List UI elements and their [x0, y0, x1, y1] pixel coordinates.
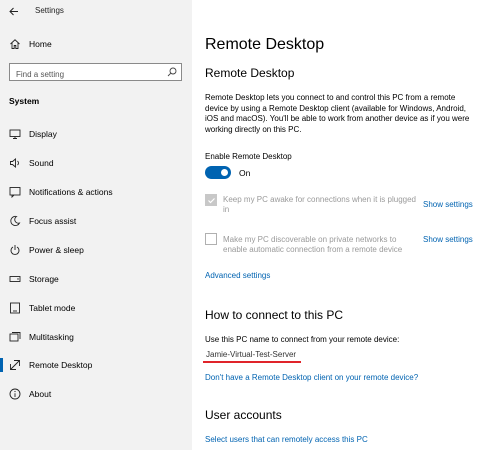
sidebar-item-label: Multitasking: [29, 332, 74, 342]
tablet-icon: [10, 302, 20, 314]
sidebar-item-home[interactable]: Home: [0, 32, 192, 56]
pc-name-underline: [203, 361, 301, 363]
power-icon: [10, 245, 20, 255]
enable-remote-desktop-toggle[interactable]: [205, 166, 231, 179]
show-settings-link-network[interactable]: Show settings: [423, 235, 473, 244]
sidebar: Settings Home System Display Sound Notif…: [0, 0, 192, 450]
connect-instruction: Use this PC name to connect from your re…: [205, 335, 400, 344]
discoverable-text: Make my PC discoverable on private netwo…: [223, 235, 403, 254]
storage-icon: [9, 276, 21, 282]
sidebar-item-tablet-mode[interactable]: Tablet mode: [0, 296, 192, 320]
section-heading-user-accounts: User accounts: [205, 408, 282, 422]
sidebar-item-label: Sound: [29, 158, 54, 168]
search-input[interactable]: [10, 66, 160, 83]
discoverable-checkbox[interactable]: [205, 233, 217, 245]
sidebar-item-label: About: [29, 389, 52, 399]
sidebar-item-label: Storage: [29, 274, 59, 284]
sidebar-item-display[interactable]: Display: [0, 122, 192, 146]
enable-remote-desktop-label: Enable Remote Desktop: [205, 152, 292, 161]
focus-assist-icon: [10, 215, 21, 227]
toggle-state-label: On: [239, 168, 251, 178]
section-label: System: [9, 96, 40, 106]
selection-indicator: [0, 358, 3, 372]
pc-name: Jamie-Virtual-Test-Server: [206, 350, 297, 359]
back-button[interactable]: [5, 3, 23, 19]
show-settings-link-power[interactable]: Show settings: [423, 200, 473, 209]
toggle-knob: [221, 169, 228, 176]
remote-desktop-icon: [10, 360, 20, 370]
notifications-icon: [9, 187, 21, 198]
description-text: Remote Desktop lets you connect to and c…: [205, 93, 470, 134]
sidebar-item-label: Power & sleep: [29, 245, 84, 255]
section-heading-remote-desktop: Remote Desktop: [205, 66, 295, 80]
sidebar-item-label: Home: [29, 39, 52, 49]
main-content: Remote Desktop Remote Desktop Remote Des…: [192, 0, 480, 450]
home-icon: [10, 39, 20, 49]
sidebar-item-label: Notifications & actions: [29, 187, 113, 197]
sound-icon: [10, 158, 19, 168]
search-field[interactable]: [9, 63, 182, 83]
about-icon: [9, 388, 21, 400]
sidebar-item-sound[interactable]: Sound: [0, 151, 192, 175]
sidebar-item-about[interactable]: About: [0, 382, 192, 406]
sidebar-item-multitasking[interactable]: Multitasking: [0, 325, 192, 349]
page-title: Remote Desktop: [205, 36, 325, 53]
multitasking-icon: [9, 332, 21, 342]
keep-awake-text: Keep my PC awake for connections when it…: [223, 195, 416, 214]
sidebar-item-remote-desktop[interactable]: Remote Desktop: [0, 353, 192, 377]
sidebar-item-power-sleep[interactable]: Power & sleep: [0, 238, 192, 262]
section-heading-how-to-connect: How to connect to this PC: [205, 308, 344, 322]
select-users-link[interactable]: Select users that can remotely access th…: [205, 435, 368, 444]
get-client-link[interactable]: Don't have a Remote Desktop client on yo…: [205, 373, 418, 382]
checkmark-icon: [208, 198, 215, 204]
keep-awake-checkbox[interactable]: [205, 194, 217, 206]
title-bar: Settings: [0, 0, 192, 24]
sidebar-item-label: Display: [29, 129, 57, 139]
advanced-settings-link[interactable]: Advanced settings: [205, 271, 270, 280]
sidebar-item-label: Remote Desktop: [29, 360, 93, 370]
search-icon: [167, 67, 177, 77]
sidebar-item-storage[interactable]: Storage: [0, 267, 192, 291]
app-title: Settings: [35, 6, 64, 15]
back-arrow-icon: [9, 7, 18, 15]
sidebar-item-notifications[interactable]: Notifications & actions: [0, 180, 192, 204]
sidebar-item-label: Focus assist: [29, 216, 77, 226]
sidebar-item-focus-assist[interactable]: Focus assist: [0, 209, 192, 233]
sidebar-item-label: Tablet mode: [29, 303, 76, 313]
display-icon: [9, 129, 21, 139]
